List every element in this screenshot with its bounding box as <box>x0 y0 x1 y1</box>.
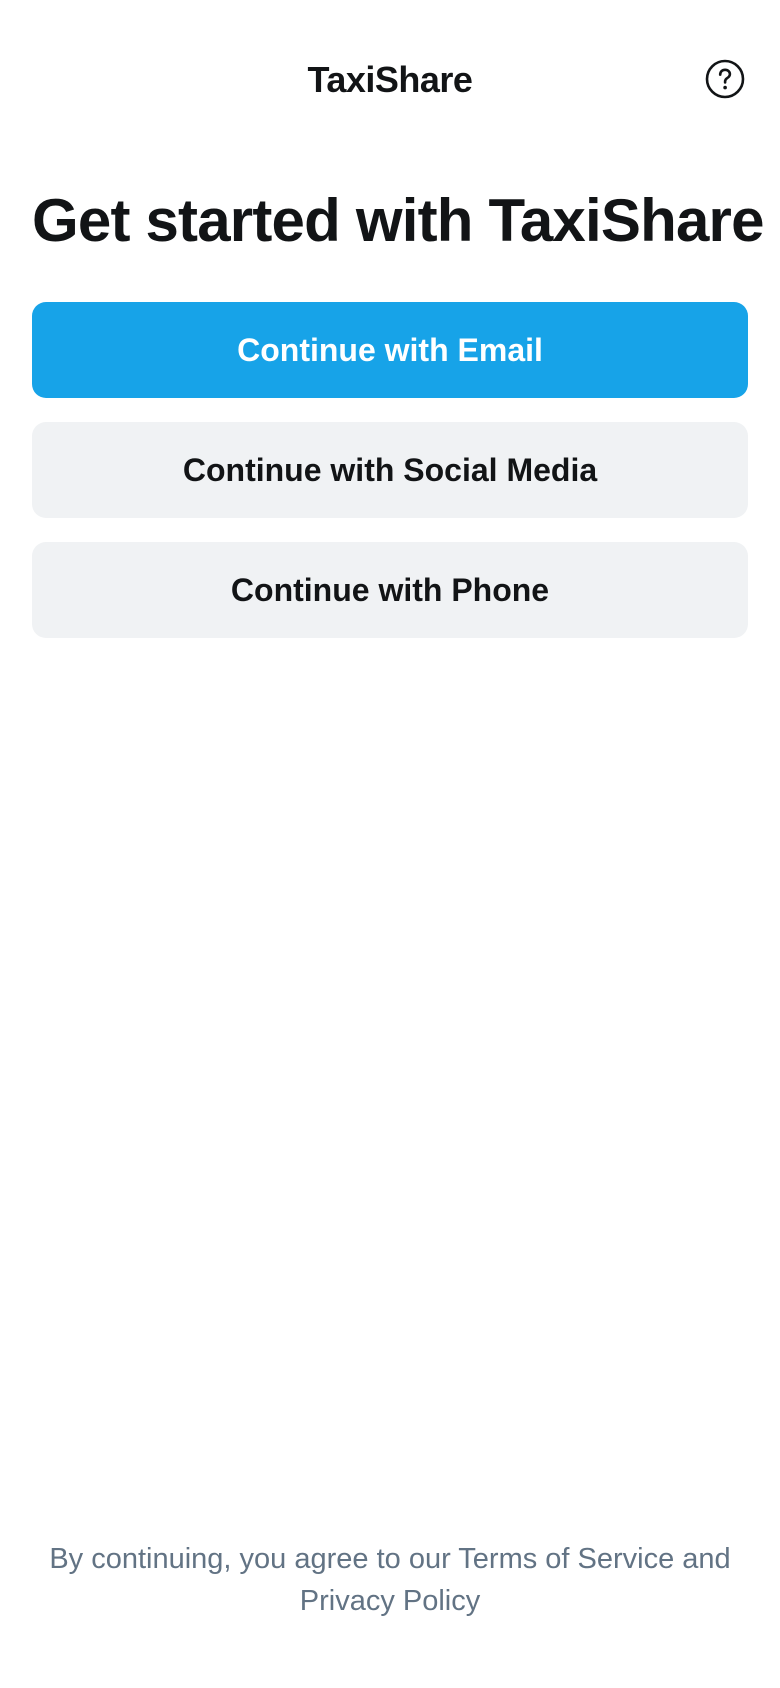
privacy-policy-link[interactable]: Privacy Policy <box>300 1585 481 1617</box>
continue-with-social-media-button[interactable]: Continue with Social Media <box>32 422 748 518</box>
app-title: TaxiShare <box>307 59 473 100</box>
continue-with-email-button[interactable]: Continue with Email <box>32 302 748 398</box>
legal-conjunction: and <box>674 1543 731 1575</box>
page-title: Get started with TaxiShare <box>32 187 764 254</box>
terms-of-service-link[interactable]: Terms of Service <box>458 1543 674 1575</box>
app-header: TaxiShare <box>0 0 780 160</box>
legal-prefix: By continuing, you agree to our <box>49 1543 459 1575</box>
help-button[interactable] <box>704 58 746 100</box>
help-circle-icon <box>705 59 745 99</box>
continue-with-phone-button[interactable]: Continue with Phone <box>32 542 748 638</box>
legal-disclaimer: By continuing, you agree to our Terms of… <box>30 1538 750 1622</box>
